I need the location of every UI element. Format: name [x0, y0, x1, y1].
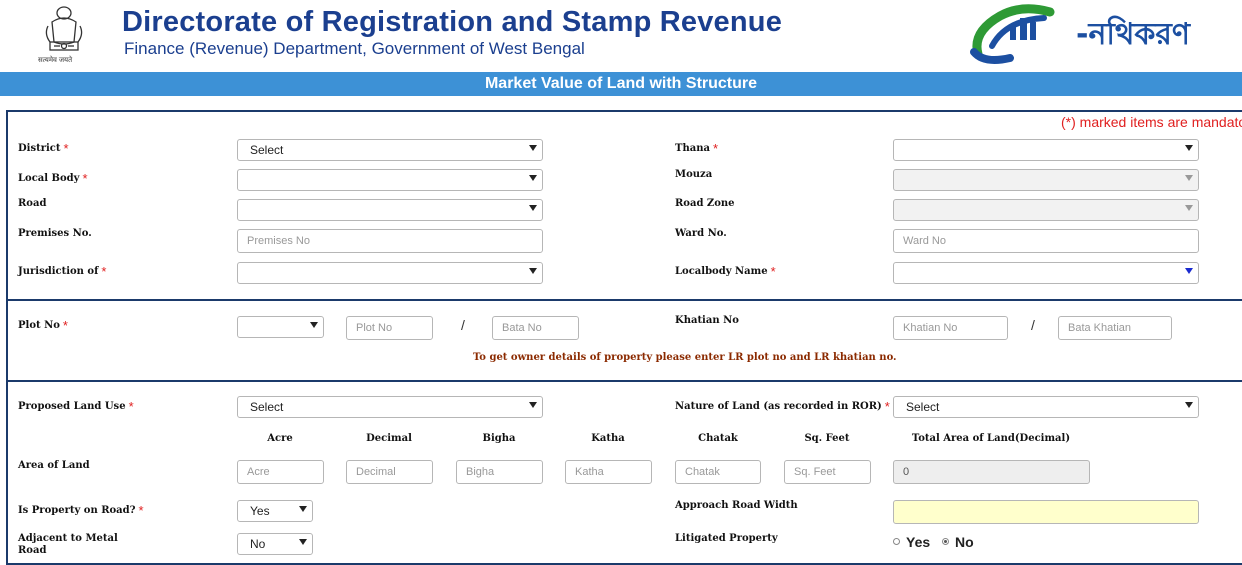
thana-label: Thana * [675, 141, 719, 156]
nothikaran-logo-text: -নথিকরণ [1076, 17, 1190, 52]
road-select[interactable] [237, 199, 543, 221]
mandatory-note: (*) marked items are mandatory [1061, 114, 1242, 130]
road-zone-select[interactable] [893, 199, 1199, 221]
approach-road-width-input[interactable] [893, 500, 1199, 524]
bigha-input[interactable]: Bigha [456, 460, 543, 484]
nothikaran-logo-icon [970, 4, 1055, 64]
ward-no-label: Ward No. [675, 228, 727, 239]
nature-of-land-select[interactable]: Select [893, 396, 1199, 418]
khatian-no-input[interactable]: Khatian No [893, 316, 1008, 340]
district-label: District * [18, 141, 69, 156]
katha-input[interactable]: Katha [565, 460, 652, 484]
khatian-separator: / [1031, 317, 1035, 333]
area-header-acre: Acre [267, 433, 293, 444]
decimal-input[interactable]: Decimal [346, 460, 433, 484]
adjacent-metal-road-select[interactable]: No [237, 533, 313, 555]
area-header-katha: Katha [591, 433, 625, 444]
adjacent-metal-road-label: Adjacent to Metal Road [18, 533, 118, 556]
plot-no-label: Plot No * [18, 318, 68, 333]
bata-khatian-input[interactable]: Bata Khatian [1058, 316, 1172, 340]
plot-no-input[interactable]: Plot No [346, 316, 433, 340]
page-title: Directorate of Registration and Stamp Re… [122, 6, 783, 38]
localbody-name-label: Localbody Name * [675, 264, 776, 279]
page-subtitle: Finance (Revenue) Department, Government… [124, 39, 585, 58]
nature-of-land-label: Nature of Land (as recorded in ROR) * [675, 399, 890, 414]
mouza-select[interactable] [893, 169, 1199, 191]
jurisdiction-select[interactable] [237, 262, 543, 284]
mouza-label: Mouza [675, 169, 713, 180]
khatian-no-label: Khatian No [675, 315, 739, 326]
area-header-total: Total Area of Land(Decimal) [911, 433, 1071, 444]
approach-road-width-label: Approach Road Width [675, 500, 798, 511]
area-of-land-label: Area of Land [18, 460, 90, 471]
local-body-label: Local Body * [18, 171, 88, 186]
sqfeet-input[interactable]: Sq. Feet [784, 460, 871, 484]
jurisdiction-label: Jurisdiction of * [18, 264, 107, 279]
section-banner: Market Value of Land with Structure [0, 72, 1242, 96]
plot-type-select[interactable] [237, 316, 324, 338]
thana-select[interactable] [893, 139, 1199, 161]
site-header: सत्यमेव जयते Directorate of Registration… [0, 0, 1242, 72]
ward-no-input[interactable]: Ward No [893, 229, 1199, 253]
litigated-property-label: Litigated Property [675, 533, 778, 544]
district-select[interactable]: Select [237, 139, 543, 161]
area-header-decimal: Decimal [366, 433, 412, 444]
litigated-yes-radio[interactable]: Yes [893, 534, 930, 550]
acre-input[interactable]: Acre [237, 460, 324, 484]
lr-owner-note: To get owner details of property please … [473, 352, 897, 363]
local-body-select[interactable] [237, 169, 543, 191]
road-label: Road [18, 198, 47, 209]
premises-no-input[interactable]: Premises No [237, 229, 543, 253]
chatak-input[interactable]: Chatak [675, 460, 761, 484]
radio-yes-icon[interactable] [893, 537, 900, 545]
plot-bata-no-input[interactable]: Bata No [492, 316, 579, 340]
plot-panel [6, 299, 1242, 382]
proposed-land-use-select[interactable]: Select [237, 396, 543, 418]
area-header-bigha: Bigha [482, 433, 516, 444]
localbody-name-select[interactable] [893, 262, 1199, 284]
property-on-road-label: Is Property on Road? * [18, 503, 144, 518]
emblem-caption: सत्यमेव जयते [38, 57, 73, 64]
total-area-field: 0 [893, 460, 1090, 484]
radio-no-icon[interactable] [942, 537, 949, 545]
plot-separator: / [461, 317, 465, 333]
proposed-land-use-label: Proposed Land Use * [18, 399, 134, 414]
area-header-chatak: Chatak [698, 433, 738, 444]
property-on-road-select[interactable]: Yes [237, 500, 313, 522]
litigated-no-radio[interactable]: No [942, 534, 974, 550]
area-header-sqfeet: Sq. Feet [804, 433, 850, 444]
premises-no-label: Premises No. [18, 228, 92, 239]
road-zone-label: Road Zone [675, 198, 735, 209]
